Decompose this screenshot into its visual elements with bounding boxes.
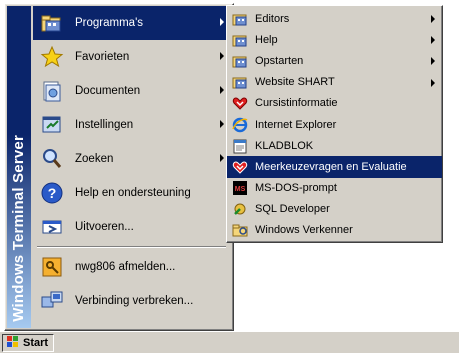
menu-item-documents[interactable]: Documenten [33, 74, 230, 108]
menu-item-label: Verbinding verbreken... [75, 295, 194, 307]
submenu-item-label: Opstarten [255, 54, 304, 67]
run-icon [39, 214, 65, 240]
submenu-arrow-icon [431, 57, 435, 66]
submenu-item-label: Help [255, 33, 278, 46]
submenu-arrow-icon [431, 36, 435, 45]
submenu-item-label: Editors [255, 12, 290, 25]
msdos-icon: MS [231, 179, 249, 197]
programs-submenu: Editors Help Opstarten Website SHART Cur… [226, 5, 443, 243]
help-icon: ? [39, 180, 65, 206]
menu-item-label: Zoeken [75, 153, 114, 165]
menu-item-disconnect[interactable]: Verbinding verbreken... [33, 284, 230, 318]
documents-icon [39, 78, 65, 104]
menu-item-label: Instellingen [75, 119, 134, 131]
menu-item-label: Help en ondersteuning [75, 187, 191, 199]
app-heart-icon [231, 158, 249, 176]
submenu-item-label: Meerkeuzevragen en Evaluatie [255, 160, 407, 173]
settings-icon [39, 112, 65, 138]
program-group-icon [231, 10, 249, 28]
windows-logo-icon [6, 335, 20, 352]
program-group-icon [231, 31, 249, 49]
submenu-item-label: Website SHART [255, 76, 335, 89]
menu-item-label: Favorieten [75, 51, 130, 63]
menu-item-search[interactable]: Zoeken [33, 142, 230, 176]
submenu-arrow-icon [220, 154, 224, 162]
menu-item-run[interactable]: Uitvoeren... [33, 210, 230, 244]
menu-item-help[interactable]: ? Help en ondersteuning [33, 176, 230, 210]
menu-item-label: nwg806 afmelden... [75, 261, 176, 273]
start-button-label: Start [23, 337, 49, 349]
submenu-arrow-icon [220, 52, 224, 60]
svg-text:?: ? [48, 185, 57, 201]
submenu-item-label: SQL Developer [255, 203, 330, 216]
menu-item-programs[interactable]: Programma's [33, 6, 230, 40]
submenu-item-cursistinformatie[interactable]: Cursistinformatie [227, 93, 442, 114]
submenu-arrow-icon [220, 18, 224, 26]
menu-item-favorites[interactable]: Favorieten [33, 40, 230, 74]
submenu-item-sql-developer[interactable]: SQL Developer [227, 199, 442, 220]
internet-explorer-icon [231, 116, 249, 134]
programs-folder-icon [39, 10, 65, 36]
submenu-item-label: Cursistinformatie [255, 97, 338, 110]
menu-item-logoff[interactable]: nwg806 afmelden... [33, 250, 230, 284]
menu-item-label: Documenten [75, 85, 141, 97]
notepad-icon [231, 137, 249, 155]
start-menu: Windows Terminal Server Programma's Favo… [4, 3, 234, 331]
program-group-icon [231, 52, 249, 70]
submenu-item-msdos-prompt[interactable]: MS MS-DOS-prompt [227, 178, 442, 199]
search-icon [39, 146, 65, 172]
menu-item-label: Uitvoeren... [75, 221, 134, 233]
explorer-folder-icon [231, 221, 249, 239]
submenu-item-internet-explorer[interactable]: Internet Explorer [227, 114, 442, 135]
submenu-item-website-shart[interactable]: Website SHART [227, 72, 442, 93]
submenu-arrow-icon [431, 78, 435, 87]
submenu-arrow-icon [431, 15, 435, 23]
taskbar: Start [0, 331, 459, 353]
submenu-item-opstarten[interactable]: Opstarten [227, 50, 442, 71]
logoff-key-icon [39, 254, 65, 280]
sql-developer-icon [231, 200, 249, 218]
submenu-item-editors[interactable]: Editors [227, 8, 442, 29]
svg-text:MS: MS [235, 186, 246, 193]
menu-item-settings[interactable]: Instellingen [33, 108, 230, 142]
submenu-item-label: KLADBLOK [255, 139, 314, 152]
app-heart-icon [231, 94, 249, 112]
start-menu-items: Programma's Favorieten Documenten Instel… [33, 6, 230, 318]
submenu-item-label: Internet Explorer [255, 118, 337, 131]
menu-separator [37, 246, 226, 248]
menu-item-label: Programma's [75, 17, 144, 29]
submenu-item-label: MS-DOS-prompt [255, 182, 337, 195]
program-group-icon [231, 73, 249, 91]
submenu-item-label: Windows Verkenner [255, 224, 353, 237]
submenu-item-windows-verkenner[interactable]: Windows Verkenner [227, 220, 442, 241]
submenu-arrow-icon [220, 120, 224, 128]
submenu-item-meerkeuzevragen[interactable]: Meerkeuzevragen en Evaluatie [227, 156, 442, 178]
submenu-item-kladblok[interactable]: KLADBLOK [227, 135, 442, 156]
start-menu-banner: Windows Terminal Server [7, 6, 31, 328]
submenu-item-help[interactable]: Help [227, 29, 442, 50]
disconnect-icon [39, 288, 65, 314]
submenu-arrow-icon [220, 86, 224, 94]
favorites-star-icon [39, 44, 65, 70]
start-button[interactable]: Start [2, 334, 54, 352]
banner-text: Windows Terminal Server [10, 135, 27, 322]
